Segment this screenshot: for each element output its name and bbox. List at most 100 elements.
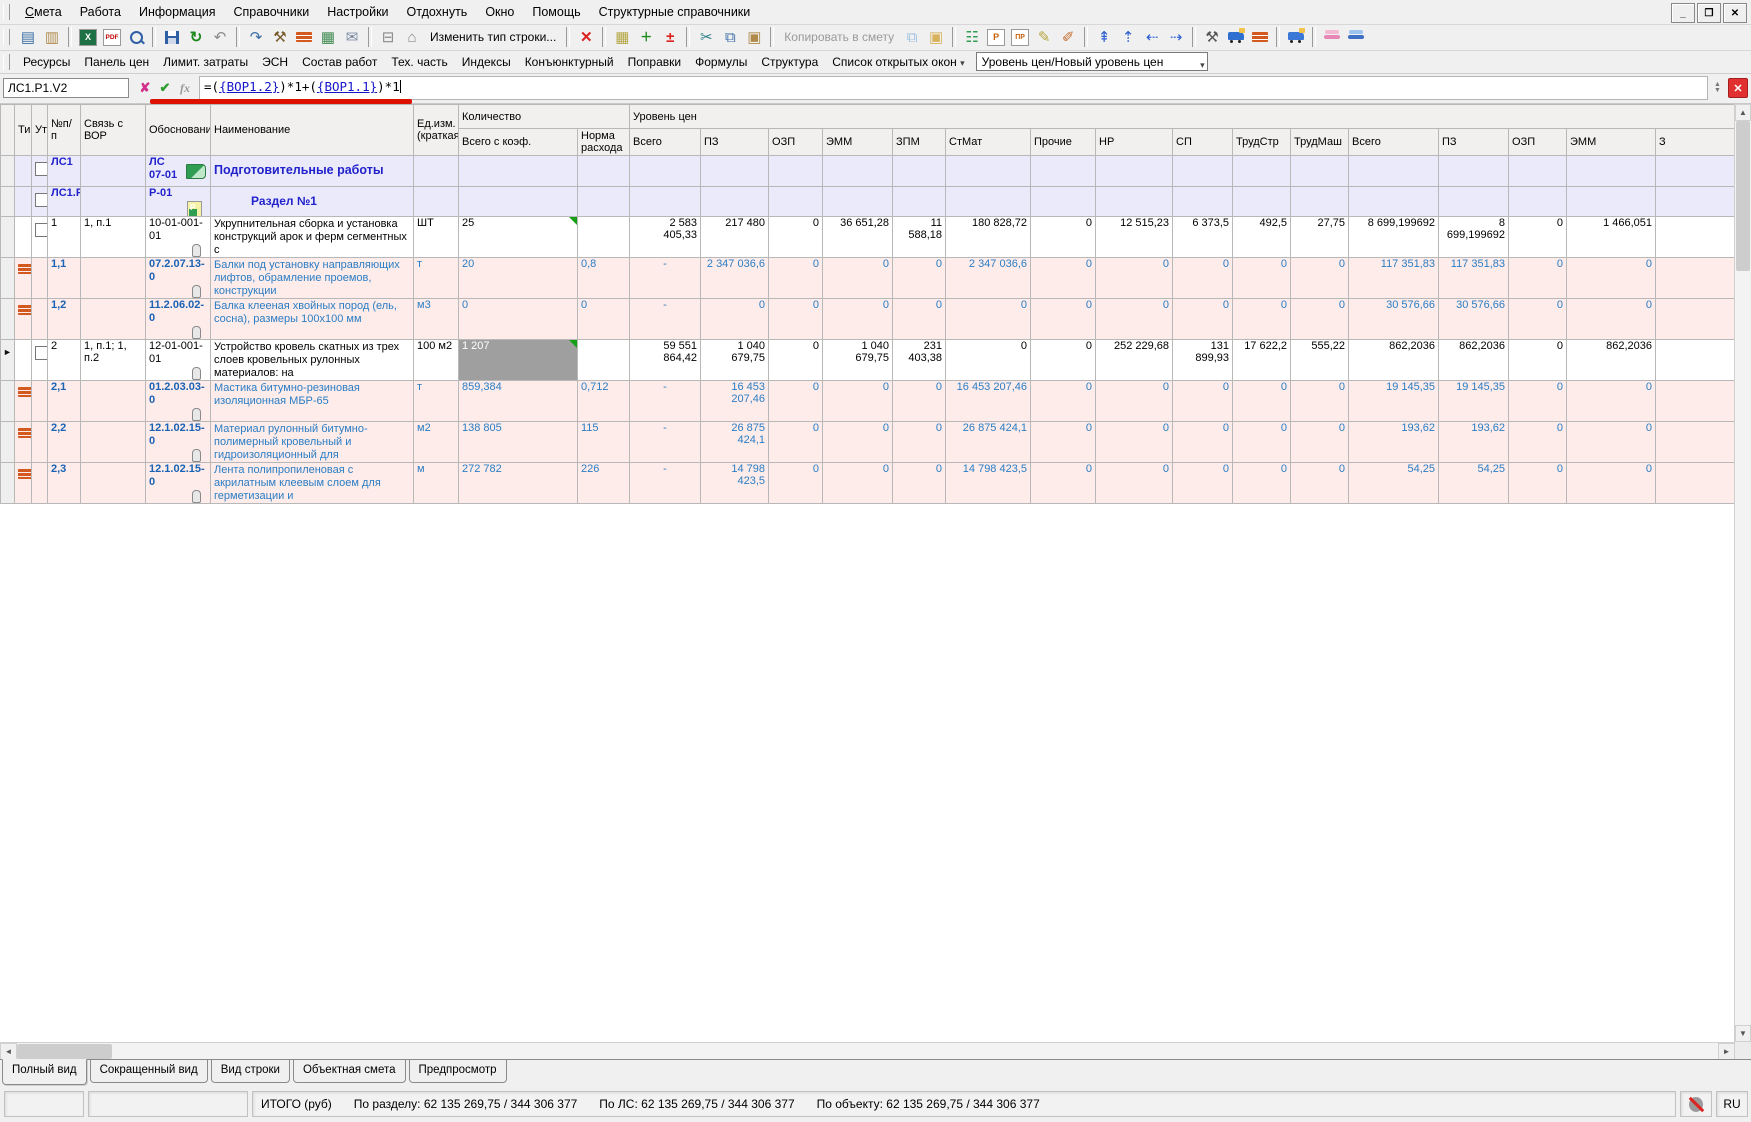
subcol-base-4[interactable]: ЗПМ [893, 129, 946, 156]
price-p-button[interactable]: P [984, 26, 1008, 48]
value-cell[interactable]: 131 899,93 [1173, 340, 1233, 381]
value-cell[interactable]: 231 403,38 [893, 340, 946, 381]
row-type-cell[interactable] [15, 187, 32, 217]
value-cell[interactable]: 0 [1031, 422, 1096, 463]
value-cell[interactable]: 0 [1173, 299, 1233, 340]
norm-cell[interactable]: 115 [578, 422, 630, 463]
name-cell[interactable]: Материал рулонный битумно-полимерный кро… [211, 422, 414, 463]
row-number-cell[interactable]: 2,1 [48, 381, 81, 422]
row-type-cell[interactable] [15, 217, 32, 258]
row-number-cell[interactable]: 2,2 [48, 422, 81, 463]
norm-base-button[interactable]: ☷ [960, 26, 984, 48]
search-button[interactable] [124, 26, 148, 48]
value-cell[interactable] [893, 156, 946, 187]
value-cell[interactable]: 36 651,28 [823, 217, 893, 258]
col-header-ti[interactable]: Ти [15, 105, 32, 156]
panel-button-1[interactable]: Панель цен [77, 53, 156, 71]
value-cell[interactable]: 16 453 207,46 [701, 381, 769, 422]
value-cell[interactable]: 0 [769, 258, 823, 299]
value-cell[interactable]: 1 040 679,75 [701, 340, 769, 381]
row-number-cell[interactable]: 2,3 [48, 463, 81, 504]
value-cell[interactable] [1031, 156, 1096, 187]
row-marker[interactable] [1, 156, 15, 187]
copy-button[interactable]: ⧉ [718, 26, 742, 48]
vor-link-cell[interactable]: 1, п.1; 1, п.2 [81, 340, 146, 381]
menu-item-6[interactable]: Окно [476, 2, 523, 22]
name-cell[interactable]: Мастика битумно-резиновая изоляционная М… [211, 381, 414, 422]
value-cell[interactable]: 0 [1509, 258, 1567, 299]
subcol-current-2[interactable]: ОЗП [1509, 129, 1567, 156]
view-tab-1[interactable]: Сокращенный вид [90, 1060, 208, 1083]
menu-item-4[interactable]: Настройки [318, 2, 397, 22]
value-cell[interactable]: 252 229,68 [1096, 340, 1173, 381]
code-cell[interactable]: 12-01-001-01 [146, 340, 211, 381]
approve-cell[interactable] [32, 340, 48, 381]
value-cell[interactable] [701, 156, 769, 187]
subcol-current-3[interactable]: ЭММ [1567, 129, 1656, 156]
value-cell[interactable] [893, 187, 946, 217]
value-cell[interactable] [1656, 156, 1735, 187]
approve-cell[interactable] [32, 156, 48, 187]
scroll-up-icon[interactable]: ▲ [1735, 104, 1751, 121]
value-cell[interactable]: 0 [1567, 463, 1656, 504]
subcol-base-2[interactable]: ОЗП [769, 129, 823, 156]
value-cell[interactable]: 0 [1096, 258, 1173, 299]
value-cell[interactable] [1439, 187, 1509, 217]
col-group-price-level[interactable]: Уровень цен [630, 105, 1735, 129]
machines-button[interactable]: ⌂ [400, 26, 424, 48]
norm-cell[interactable] [578, 340, 630, 381]
value-cell[interactable]: 0 [1096, 381, 1173, 422]
restore-button[interactable]: ❐ [1697, 3, 1721, 23]
add-row-button[interactable]: ＋ [634, 26, 658, 48]
name-cell[interactable]: Раздел №1 [211, 187, 414, 217]
subcol-base-6[interactable]: Прочие [1031, 129, 1096, 156]
menu-item-3[interactable]: Справочники [225, 2, 319, 22]
value-cell[interactable]: 0 [1567, 381, 1656, 422]
value-cell[interactable]: 17 622,2 [1233, 340, 1291, 381]
close-button[interactable]: ✕ [1723, 3, 1747, 23]
vor-link-cell[interactable] [81, 381, 146, 422]
value-cell[interactable]: 12 515,23 [1096, 217, 1173, 258]
value-cell[interactable] [1173, 187, 1233, 217]
value-cell[interactable] [1349, 187, 1439, 217]
panel-button-3[interactable]: ЭСН [255, 53, 295, 71]
value-cell[interactable] [769, 156, 823, 187]
value-cell[interactable]: 555,22 [1291, 340, 1349, 381]
value-cell[interactable] [1291, 156, 1349, 187]
value-cell[interactable]: 0 [946, 340, 1031, 381]
name-cell[interactable]: Балки под установку направляющих лифтов,… [211, 258, 414, 299]
name-cell[interactable]: Подготовительные работы [211, 156, 414, 187]
quantity-cell[interactable]: 25 [459, 217, 578, 258]
value-cell[interactable]: 0 [1173, 463, 1233, 504]
value-cell[interactable] [1349, 156, 1439, 187]
row-marker[interactable] [1, 217, 15, 258]
value-cell[interactable]: 0 [769, 381, 823, 422]
vor-link-cell[interactable] [81, 187, 146, 217]
value-cell[interactable]: 0 [769, 463, 823, 504]
norm-cell[interactable] [578, 156, 630, 187]
value-cell[interactable]: 0 [769, 422, 823, 463]
toolbar-grip[interactable] [3, 4, 10, 20]
code-cell[interactable]: Р-01P [146, 187, 211, 217]
price-panel-button[interactable]: ▦ [610, 26, 634, 48]
quantity-cell[interactable]: 1 207 [459, 340, 578, 381]
formula-input[interactable]: =({BOP1.2})*1+({BOP1.1})*1 [199, 76, 1708, 100]
value-cell[interactable] [630, 156, 701, 187]
horizontal-scrollbar[interactable]: ◄ ► [0, 1042, 1735, 1060]
value-cell[interactable]: 19 145,35 [1439, 381, 1509, 422]
subcol-current-1[interactable]: ПЗ [1439, 129, 1509, 156]
cut-button[interactable]: ✂ [694, 26, 718, 48]
cell-reference-input[interactable]: ЛС1.P1.V2 [3, 78, 129, 98]
name-cell[interactable]: Укрупнительная сборка и установка констр… [211, 217, 414, 258]
toolbar-grip[interactable] [3, 29, 10, 45]
value-cell[interactable]: 30 576,66 [1439, 299, 1509, 340]
value-cell[interactable]: 0 [1567, 422, 1656, 463]
value-cell[interactable]: 0 [1509, 381, 1567, 422]
unit-cell[interactable] [414, 187, 459, 217]
copy-pages-button[interactable]: ⧉ [900, 26, 924, 48]
value-cell[interactable]: 0 [893, 299, 946, 340]
subcol-base-10[interactable]: ТрудМаш [1291, 129, 1349, 156]
value-cell[interactable]: 0 [823, 422, 893, 463]
row-number-cell[interactable]: 1,1 [48, 258, 81, 299]
value-cell[interactable] [1567, 156, 1656, 187]
